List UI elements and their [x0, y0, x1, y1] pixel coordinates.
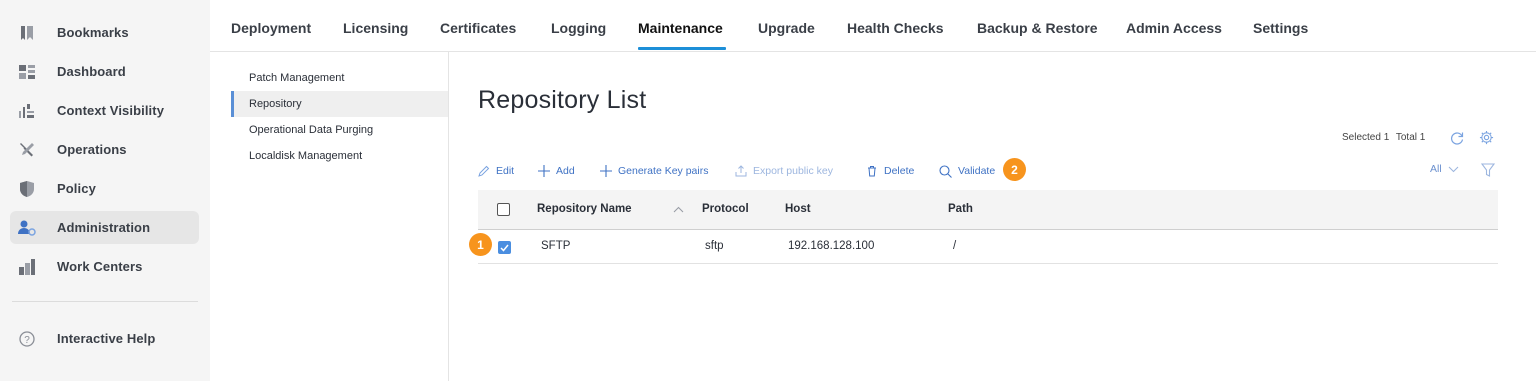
top-tab-bar: Deployment Licensing Certificates Loggin… — [210, 0, 1536, 52]
table-header: Repository Name Protocol Host Path — [478, 190, 1498, 230]
cell-protocol: sftp — [705, 240, 724, 252]
step-badge-1: 1 — [469, 233, 492, 256]
nav-item-dashboard[interactable]: Dashboard — [10, 55, 199, 88]
svg-text:?: ? — [24, 335, 30, 346]
total-count: Total 1 — [1395, 132, 1426, 143]
trash-icon — [868, 166, 876, 177]
step-badge-2: 2 — [1003, 158, 1026, 181]
nav-label: Dashboard — [57, 64, 126, 79]
tab-backup-restore[interactable]: Backup & Restore — [977, 20, 1098, 36]
nav-item-administration[interactable]: Administration — [10, 211, 199, 244]
nav-label: Context Visibility — [57, 103, 165, 118]
filter-all-dropdown[interactable]: All — [1430, 163, 1459, 175]
tab-deployment[interactable]: Deployment — [231, 20, 311, 36]
add-button[interactable]: Add — [538, 162, 575, 180]
nav-item-work-centers[interactable]: Work Centers — [10, 250, 199, 283]
selection-summary: Selected 1 Total 1 — [1342, 132, 1429, 143]
export-public-key-label: Export public key — [753, 165, 833, 177]
export-icon — [735, 165, 747, 177]
selected-count: Selected 1 — [1342, 132, 1390, 143]
gear-icon[interactable] — [1478, 129, 1494, 145]
add-label: Add — [556, 165, 575, 177]
cell-repository-name: SFTP — [541, 240, 571, 252]
tab-health-checks[interactable]: Health Checks — [847, 20, 943, 36]
cell-path: / — [953, 240, 957, 252]
tab-settings[interactable]: Settings — [1253, 20, 1308, 36]
nav-item-policy[interactable]: Policy — [10, 172, 199, 205]
delete-label: Delete — [884, 165, 915, 177]
edit-label: Edit — [496, 165, 515, 177]
subnav-patch-management[interactable]: Patch Management — [231, 65, 448, 91]
bookmark-icon — [18, 24, 36, 42]
nav-label: Policy — [57, 181, 96, 196]
validate-button[interactable]: Validate — [939, 162, 995, 180]
nav-item-operations[interactable]: Operations — [10, 133, 199, 166]
column-header-protocol[interactable]: Protocol — [702, 203, 749, 215]
pencil-icon — [478, 165, 490, 177]
maintenance-subnav: Patch Management Repository Operational … — [231, 52, 449, 381]
nav-label: Administration — [57, 220, 151, 235]
delete-button[interactable]: Delete — [866, 162, 914, 180]
column-header-host[interactable]: Host — [785, 203, 811, 215]
shield-icon — [18, 180, 36, 198]
checkmark-icon — [500, 244, 509, 252]
table-row[interactable]: SFTP sftp 192.168.128.100 / — [478, 231, 1498, 264]
search-icon — [939, 164, 952, 178]
filter-icon[interactable] — [1480, 162, 1496, 178]
cell-host: 192.168.128.100 — [788, 240, 875, 252]
nav-item-bookmarks[interactable]: Bookmarks — [10, 16, 199, 49]
nav-label: Bookmarks — [57, 25, 129, 40]
subnav-localdisk-management[interactable]: Localdisk Management — [231, 143, 448, 169]
nav-item-context-visibility[interactable]: Context Visibility — [10, 94, 199, 127]
nav-divider — [12, 301, 198, 302]
validate-label: Validate — [958, 165, 996, 177]
work-centers-icon — [18, 258, 36, 276]
tab-upgrade[interactable]: Upgrade — [758, 20, 815, 36]
help-icon: ? — [18, 330, 36, 348]
nav-item-interactive-help[interactable]: ? Interactive Help — [10, 322, 199, 355]
plus-icon — [538, 165, 550, 177]
export-public-key-button[interactable]: Export public key — [735, 162, 833, 180]
edit-button[interactable]: Edit — [478, 162, 514, 180]
nav-label: Work Centers — [57, 259, 143, 274]
admin-user-icon — [18, 219, 36, 237]
nav-label: Interactive Help — [57, 331, 156, 346]
subnav-repository[interactable]: Repository — [231, 91, 448, 117]
column-header-path[interactable]: Path — [948, 203, 973, 215]
tab-maintenance[interactable]: Maintenance — [638, 20, 723, 36]
tab-logging[interactable]: Logging — [551, 20, 606, 36]
select-all-checkbox[interactable] — [497, 203, 510, 216]
subnav-operational-data-purging[interactable]: Operational Data Purging — [231, 117, 448, 143]
page-title: Repository List — [478, 86, 647, 114]
row-checkbox[interactable] — [498, 241, 511, 254]
tab-admin-access[interactable]: Admin Access — [1126, 20, 1222, 36]
filter-all-label: All — [1430, 163, 1442, 175]
sort-up-icon[interactable] — [673, 206, 684, 213]
chevron-down-icon — [1448, 166, 1459, 172]
left-navigation: Bookmarks Dashboard Context Visibility O… — [0, 0, 210, 381]
tools-icon — [18, 141, 36, 159]
nav-label: Operations — [57, 142, 127, 157]
active-tab-indicator — [638, 47, 726, 50]
plus-icon — [600, 165, 612, 177]
context-visibility-icon — [18, 102, 36, 120]
generate-key-pairs-button[interactable]: Generate Key pairs — [600, 162, 708, 180]
tab-certificates[interactable]: Certificates — [440, 20, 516, 36]
generate-key-pairs-label: Generate Key pairs — [618, 165, 709, 177]
refresh-icon[interactable] — [1449, 130, 1465, 146]
tab-licensing[interactable]: Licensing — [343, 20, 408, 36]
column-header-repository-name[interactable]: Repository Name — [537, 203, 632, 215]
dashboard-icon — [18, 63, 36, 81]
